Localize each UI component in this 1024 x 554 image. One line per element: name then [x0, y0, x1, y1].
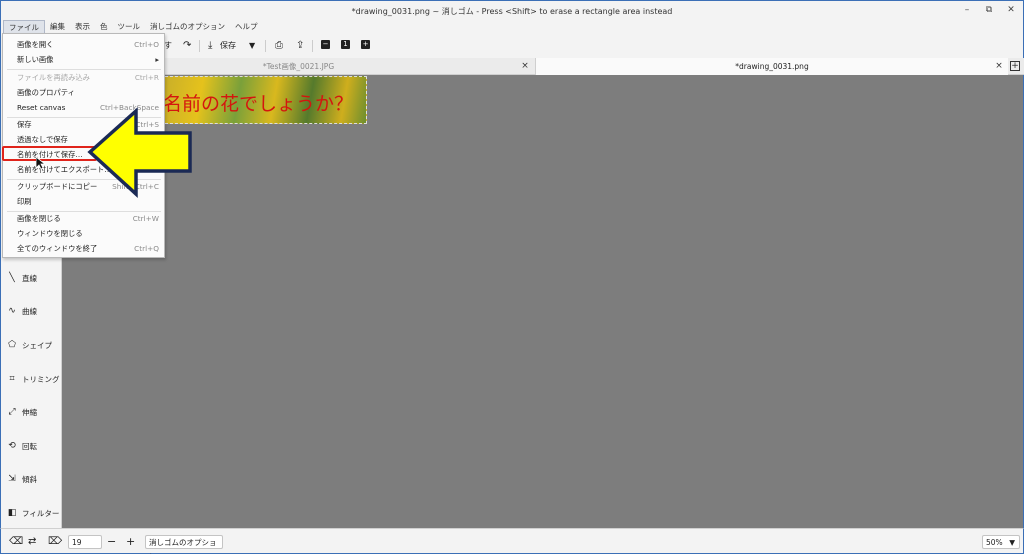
tool-line[interactable]: ╲ 直線 — [7, 271, 37, 285]
menu-quit-all-windows[interactable]: 全てのウィンドウを終了 Ctrl+Q — [4, 242, 163, 256]
menu-color[interactable]: 色 — [95, 20, 113, 34]
scale-icon: ⤢ — [8, 407, 16, 417]
tool-skew[interactable]: ⇲ 傾斜 — [7, 472, 37, 486]
restore-button[interactable]: ⧉ — [983, 4, 995, 16]
tool-label: 曲線 — [22, 306, 37, 316]
title-bar: *drawing_0031.png ~ 消しゴム - Press <Shift>… — [0, 0, 1024, 34]
download-icon[interactable]: ⤓ — [208, 39, 212, 53]
tab-strip: *Test画像_0021.JPG × *drawing_0031.png × + — [62, 58, 1024, 75]
menu-file[interactable]: ファイル — [3, 20, 45, 34]
menu-edit[interactable]: 編集 — [45, 20, 70, 34]
zoom-out-icon[interactable]: − — [321, 40, 330, 49]
options-bar: ⌫ ⇄ ⌦ 19 px − + 消しゴムのオプション ▼ 50% ▼ — [0, 528, 1024, 554]
rotate-icon: ⟲ — [8, 441, 16, 451]
menu-view[interactable]: 表示 — [70, 20, 95, 34]
mouse-cursor-icon — [36, 157, 45, 170]
window-controls: – ⧉ ✕ — [961, 4, 1017, 16]
menu-open-image[interactable]: 画像を開く Ctrl+O — [4, 38, 163, 52]
tool-rotate[interactable]: ⟲ 回転 — [7, 439, 37, 453]
menu-image-properties[interactable]: 画像のプロパティ — [4, 86, 163, 100]
eraser-mode-icon[interactable]: ⌦ — [48, 535, 62, 549]
menu-eraser-options[interactable]: 消しゴムのオプション — [145, 20, 230, 34]
new-tab-button[interactable]: + — [1010, 61, 1020, 71]
save-dropdown-icon[interactable]: ▼ — [249, 39, 255, 53]
tab-close-button[interactable]: × — [992, 58, 1006, 75]
toolbar-divider — [312, 40, 313, 52]
share-icon[interactable]: ⇪ — [296, 39, 304, 53]
filter-icon: ◧ — [7, 508, 17, 518]
tool-label: 傾斜 — [22, 474, 37, 484]
tool-scale[interactable]: ⤢ 伸縮 — [7, 405, 37, 419]
toolbar-divider — [199, 40, 200, 52]
save-button[interactable]: 保存 — [220, 39, 236, 53]
tool-curve[interactable]: ∿ 曲線 — [7, 304, 37, 318]
tool-filter[interactable]: ◧ フィルター — [7, 506, 60, 520]
tool-label: 回転 — [22, 441, 37, 451]
line-icon: ╲ — [9, 273, 15, 283]
print-icon[interactable]: ⎙ — [275, 39, 283, 53]
zoom-dropdown[interactable]: 50% ▼ — [982, 535, 1020, 549]
menu-help[interactable]: ヘルプ — [230, 20, 263, 34]
skew-icon: ⇲ — [8, 474, 16, 484]
toolbar-divider — [265, 40, 266, 52]
drawing-canvas[interactable]: 名前の花でしょうか？ — [62, 75, 1024, 528]
eraser-options-dropdown[interactable]: 消しゴムのオプション ▼ — [145, 535, 223, 554]
minimize-button[interactable]: – — [961, 4, 973, 16]
menu-separator — [7, 69, 161, 70]
tool-shape[interactable]: ⬠ シェイプ — [7, 338, 52, 352]
menu-new-image[interactable]: 新しい画像 ▸ — [4, 53, 163, 67]
menu-reload-file: ファイルを再読み込み Ctrl+R — [17, 73, 159, 82]
menu-tools[interactable]: ツール — [113, 20, 146, 34]
curve-icon: ∿ — [8, 306, 16, 316]
tool-label: 直線 — [22, 273, 37, 283]
chevron-down-icon: ▼ — [212, 550, 218, 554]
menubar: ファイル 編集 表示 色 ツール 消しゴムのオプション ヘルプ — [3, 20, 263, 34]
crop-icon: ⌗ — [9, 374, 15, 384]
tab-close-button[interactable]: × — [518, 58, 532, 75]
window-title: *drawing_0031.png ~ 消しゴム - Press <Shift>… — [351, 7, 673, 16]
size-value: 19 — [72, 538, 82, 547]
eraser-icon[interactable]: ⌫ — [9, 535, 23, 549]
swap-icon[interactable]: ⇄ — [28, 535, 36, 549]
tool-label: シェイプ — [22, 340, 52, 350]
size-increase-button[interactable]: + — [126, 535, 135, 549]
size-input[interactable]: 19 px — [68, 535, 102, 554]
menu-close-image[interactable]: 画像を閉じる Ctrl+W — [4, 212, 163, 226]
save-as-highlight — [2, 146, 97, 161]
toolbar-hidden-label: す — [164, 41, 172, 50]
tool-label: 伸縮 — [22, 407, 37, 417]
tab-drawing[interactable]: *drawing_0031.png — [535, 58, 1008, 75]
tool-label: トリミング — [22, 374, 60, 384]
tool-crop[interactable]: ⌗ トリミング — [7, 372, 60, 386]
close-button[interactable]: ✕ — [1005, 4, 1017, 16]
redo-icon[interactable]: ↷ — [183, 39, 191, 53]
chevron-down-icon: ▼ — [1009, 538, 1015, 547]
chevron-right-icon: ▸ — [155, 55, 159, 64]
zoom-in-icon[interactable]: + — [361, 40, 370, 49]
menu-close-window[interactable]: ウィンドウを閉じる — [4, 227, 163, 241]
tool-label: フィルター — [22, 508, 60, 518]
eraser-options-label: 消しゴムのオプション — [149, 538, 217, 554]
zoom-value: 50% — [986, 538, 1003, 547]
size-decrease-button[interactable]: − — [107, 535, 116, 549]
shape-icon: ⬠ — [8, 340, 16, 350]
callout-arrow-icon — [87, 107, 192, 198]
zoom-reset-icon[interactable]: 1 — [341, 40, 350, 49]
